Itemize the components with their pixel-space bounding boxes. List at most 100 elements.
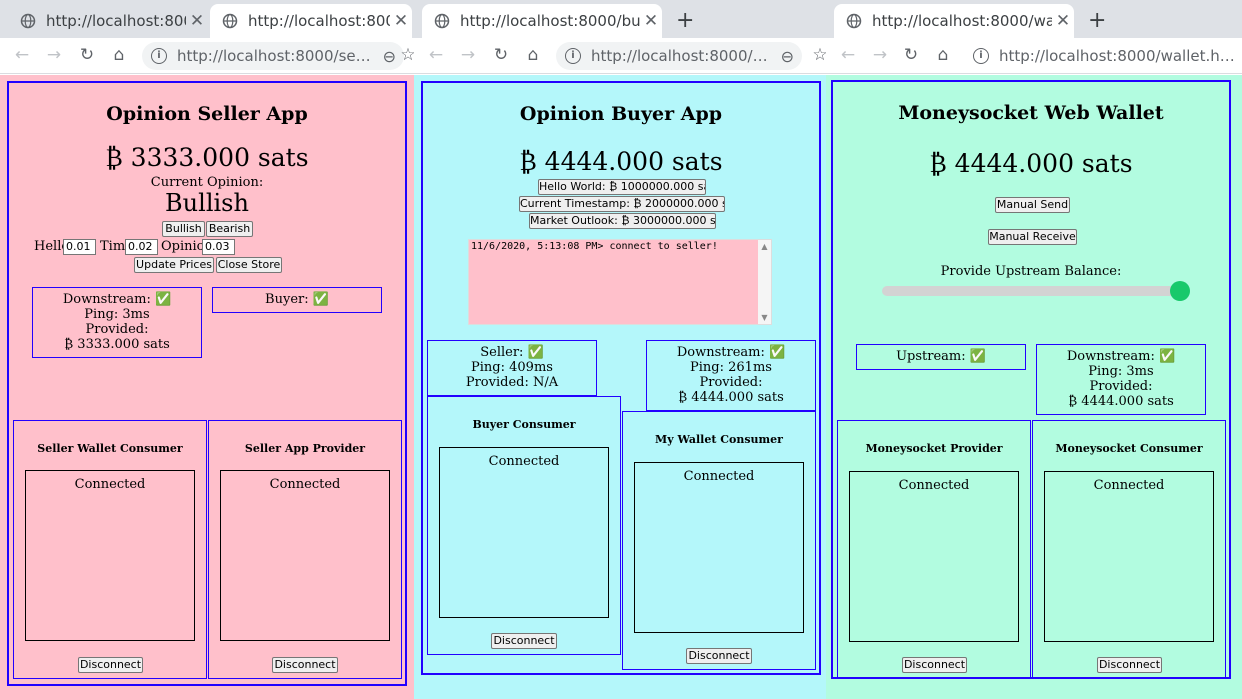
upstream-balance-slider[interactable] xyxy=(882,286,1180,296)
arrow-right-icon[interactable]: → xyxy=(456,43,480,67)
zoom-out-icon[interactable]: ⊖ xyxy=(781,47,794,66)
zoom-out-icon[interactable]: ⊖ xyxy=(383,47,396,66)
panel-title: My Wallet Consumer xyxy=(655,433,783,446)
buyer-app: Opinion Buyer App ₿ 4444.000 sats Hello … xyxy=(421,81,821,675)
panel-title: Moneysocket Consumer xyxy=(1055,442,1203,455)
tab-1[interactable]: http://localhost:8000/buy ✕ xyxy=(422,4,662,38)
balance: ₿ 3333.000 sats xyxy=(105,143,309,172)
connection-status: Connected xyxy=(898,478,970,493)
opinion-price-input[interactable]: 0.03 xyxy=(202,239,235,255)
connection-status: Connected xyxy=(683,469,755,484)
upstream-status-box: Upstream: ✅ xyxy=(856,344,1026,370)
address-bar[interactable]: i http://localhost:8000/buy... ⊖ xyxy=(556,42,802,70)
provided-label: Provided: xyxy=(1089,379,1153,394)
reload-icon[interactable]: ↻ xyxy=(75,43,99,67)
provided-label: Provided: xyxy=(699,375,763,390)
connection-pane: Connected xyxy=(1044,471,1214,642)
bullish-button[interactable]: Bullish xyxy=(162,221,205,237)
star-icon[interactable]: ☆ xyxy=(396,43,414,67)
scrollbar[interactable]: ▲ ▼ xyxy=(758,240,771,324)
seller-app: Opinion Seller App ₿ 3333.000 sats Curre… xyxy=(7,81,407,686)
wallet-app: Moneysocket Web Wallet ₿ 4444.000 sats M… xyxy=(831,80,1231,679)
my-wallet-consumer-panel: My Wallet Consumer Connected Disconnect xyxy=(622,411,816,670)
toolbar: ← → ↻ ⌂ i http://localhost:8000/sell... … xyxy=(0,38,414,74)
seller-label: Seller: xyxy=(480,345,524,360)
new-tab-icon[interactable]: + xyxy=(676,8,694,33)
balance: ₿ 4444.000 sats xyxy=(519,147,723,176)
globe-icon xyxy=(20,13,36,29)
manual-send-button[interactable]: Manual Send xyxy=(995,197,1070,213)
market-outlook-buy-button[interactable]: Market Outlook: ₿ 3000000.000 sats xyxy=(529,213,716,229)
tab-1[interactable]: http://localhost:8000/ ✕ xyxy=(8,4,208,38)
home-icon[interactable]: ⌂ xyxy=(931,43,955,67)
arrow-right-icon[interactable]: → xyxy=(868,43,892,67)
tab-strip: http://localhost:8000/wal ✕ + xyxy=(826,0,1242,38)
info-icon[interactable]: i xyxy=(973,48,989,64)
close-tab-icon[interactable]: ✕ xyxy=(186,11,208,31)
upstream-label: Upstream: xyxy=(896,349,966,364)
page-content: Moneysocket Web Wallet ₿ 4444.000 sats M… xyxy=(826,75,1242,699)
check-mark-icon: ✅ xyxy=(768,345,786,360)
close-tab-icon[interactable]: ✕ xyxy=(390,11,412,31)
address-bar[interactable]: i http://localhost:8000/wallet.html xyxy=(964,42,1238,70)
bearish-button[interactable]: Bearish xyxy=(206,221,253,237)
page-title: Opinion Seller App xyxy=(106,103,308,125)
time-price-input[interactable]: 0.02 xyxy=(125,239,158,255)
arrow-left-icon[interactable]: ← xyxy=(424,43,448,67)
provided-text: Provided: N/A xyxy=(465,375,559,390)
close-store-button[interactable]: Close Store xyxy=(216,257,282,273)
scroll-down-icon[interactable]: ▼ xyxy=(758,313,771,322)
connection-pane: Connected xyxy=(25,470,195,641)
reload-icon[interactable]: ↻ xyxy=(899,43,923,67)
url-text: http://localhost:8000/wallet.html xyxy=(999,47,1238,65)
disconnect-button[interactable]: Disconnect xyxy=(686,648,752,664)
hello-world-buy-button[interactable]: Hello World: ₿ 1000000.000 sats xyxy=(538,179,706,195)
disconnect-button[interactable]: Disconnect xyxy=(78,657,143,673)
arrow-left-icon[interactable]: ← xyxy=(10,43,34,67)
page-content: Opinion Seller App ₿ 3333.000 sats Curre… xyxy=(0,75,414,699)
timestamp-buy-button[interactable]: Current Timestamp: ₿ 2000000.000 sats xyxy=(519,196,725,212)
url-text: http://localhost:8000/buy... xyxy=(591,47,773,65)
arrow-left-icon[interactable]: ← xyxy=(836,43,860,67)
star-icon[interactable]: ☆ xyxy=(808,43,826,67)
manual-receive-button[interactable]: Manual Receive xyxy=(988,229,1077,245)
downstream-status-box: Downstream: ✅ Ping: 3ms Provided: ₿ 4444… xyxy=(1036,344,1206,415)
disconnect-button[interactable]: Disconnect xyxy=(491,633,557,649)
update-prices-button[interactable]: Update Prices xyxy=(134,257,214,273)
info-icon[interactable]: i xyxy=(151,48,167,64)
buyer-status-box: Buyer: ✅ xyxy=(212,287,382,313)
home-icon[interactable]: ⌂ xyxy=(521,43,545,67)
reload-icon[interactable]: ↻ xyxy=(489,43,513,67)
globe-icon xyxy=(222,13,238,29)
disconnect-button[interactable]: Disconnect xyxy=(1097,657,1162,673)
new-tab-icon[interactable]: + xyxy=(1088,8,1106,33)
browser-window-seller: http://localhost:8000/ ✕ http://localhos… xyxy=(0,0,414,699)
tab-1[interactable]: http://localhost:8000/wal ✕ xyxy=(834,4,1074,38)
ping-text: Ping: 261ms xyxy=(690,360,772,375)
arrow-right-icon[interactable]: → xyxy=(42,43,66,67)
address-bar[interactable]: i http://localhost:8000/sell... ⊖ xyxy=(142,42,404,70)
tab-2[interactable]: http://localhost:8000/ ✕ xyxy=(210,4,412,38)
home-icon[interactable]: ⌂ xyxy=(107,43,131,67)
hello-price-input[interactable]: 0.01 xyxy=(63,239,96,255)
url-text: http://localhost:8000/sell... xyxy=(177,47,375,65)
opinion-value: Bullish xyxy=(165,189,249,217)
provided-amount: ₿ 3333.000 sats xyxy=(64,337,170,352)
browser-window-buyer: http://localhost:8000/buy ✕ + ← → ↻ ⌂ i … xyxy=(414,0,826,699)
connection-pane: Connected xyxy=(634,462,804,633)
panel-title: Moneysocket Provider xyxy=(865,442,1003,455)
check-mark-icon: ✅ xyxy=(1158,349,1176,364)
disconnect-button[interactable]: Disconnect xyxy=(272,657,338,673)
scroll-up-icon[interactable]: ▲ xyxy=(758,242,771,251)
slider-thumb[interactable] xyxy=(1170,281,1190,301)
tab-title: http://localhost:8000/buy xyxy=(460,12,640,30)
disconnect-button[interactable]: Disconnect xyxy=(902,657,967,673)
close-tab-icon[interactable]: ✕ xyxy=(1052,11,1074,31)
tab-title: http://localhost:8000/ xyxy=(248,12,390,30)
info-icon[interactable]: i xyxy=(565,48,581,64)
close-tab-icon[interactable]: ✕ xyxy=(640,11,662,31)
buyer-label: Buyer: xyxy=(265,292,309,307)
console-log[interactable]: 11/6/2020, 5:13:08 PM> connect to seller… xyxy=(468,239,772,325)
downstream-label: Downstream: xyxy=(1066,349,1155,364)
page-title: Opinion Buyer App xyxy=(519,103,723,125)
